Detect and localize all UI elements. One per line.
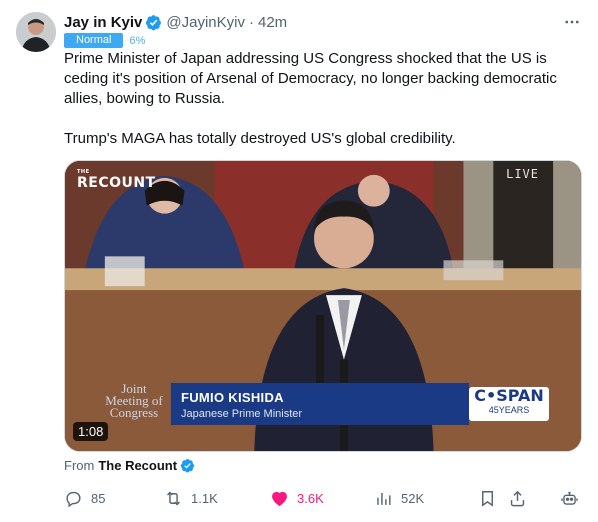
bookmark-button[interactable]: [478, 486, 497, 510]
reply-count: 85: [91, 490, 106, 506]
like-button[interactable]: 3.6K: [270, 486, 324, 510]
analytics-icon: [377, 492, 391, 505]
source-name-link[interactable]: The Recount: [98, 458, 177, 473]
cspan-logo: C•SPAN 45YEARS: [469, 387, 549, 421]
tweet-paragraph: Trump's MAGA has totally destroyed US's …: [64, 130, 456, 147]
joint-line: Congress: [109, 405, 159, 420]
bookmark-icon: [482, 490, 493, 507]
tweet-header: Jay in Kyiv @JayinKyiv · 42m: [64, 12, 582, 32]
more-dots-icon: [565, 20, 579, 24]
share-icon: [510, 490, 525, 506]
live-indicator: LIVE: [506, 167, 539, 181]
heart-icon: [272, 491, 287, 506]
author-name[interactable]: Jay in Kyiv: [64, 14, 142, 31]
repost-icon: [167, 491, 180, 505]
robot-icon: [561, 491, 578, 505]
avatar-image: [16, 12, 56, 52]
verified-badge-icon: [146, 14, 162, 30]
views-button[interactable]: 52K: [374, 486, 424, 510]
tweet-paragraph: Prime Minister of Japan addressing US Co…: [64, 50, 557, 107]
speaker-name: FUMIO KISHIDA: [181, 390, 284, 405]
tweet-timestamp[interactable]: 42m: [258, 14, 287, 31]
reply-button[interactable]: 85: [64, 486, 105, 510]
separator-dot: ·: [248, 13, 254, 31]
source-prefix: From: [64, 458, 95, 473]
the-recount-logo: THE RECOUNT: [77, 169, 156, 191]
video-player[interactable]: THE RECOUNT LIVE Joint Meeting of Congre…: [64, 160, 582, 452]
lower-third-banner: FUMIO KISHIDA Japanese Prime Minister: [171, 383, 469, 425]
author-avatar[interactable]: [16, 12, 56, 52]
action-bar: 85 1.1K 3.6K 52K: [64, 486, 584, 510]
speaker-title: Japanese Prime Minister: [181, 408, 303, 420]
tone-tag: Normal 6%: [64, 33, 145, 48]
reply-icon: [66, 491, 81, 507]
source-attribution: From The Recount: [64, 458, 199, 473]
grok-button[interactable]: [560, 486, 579, 510]
network-name: C•SPAN: [474, 386, 544, 405]
author-handle[interactable]: @JayinKyiv: [166, 14, 245, 31]
views-count: 52K: [401, 490, 425, 506]
like-count: 3.6K: [297, 490, 324, 506]
joint-meeting-caption: Joint Meeting of Congress: [97, 382, 171, 420]
share-button[interactable]: [508, 486, 527, 510]
repost-button[interactable]: 1.1K: [164, 486, 218, 510]
tweet-text: Prime Minister of Japan addressing US Co…: [64, 49, 584, 149]
more-options-button[interactable]: [562, 12, 582, 32]
brand-name: RECOUNT: [77, 175, 156, 191]
repost-count: 1.1K: [191, 490, 218, 506]
video-duration: 1:08: [73, 422, 109, 441]
tone-label: Normal: [64, 33, 124, 48]
verified-badge-icon: [180, 458, 195, 473]
brand-prefix: THE: [77, 169, 90, 175]
tone-percent: 6%: [129, 34, 146, 47]
network-sub: 45YEARS: [488, 405, 530, 415]
